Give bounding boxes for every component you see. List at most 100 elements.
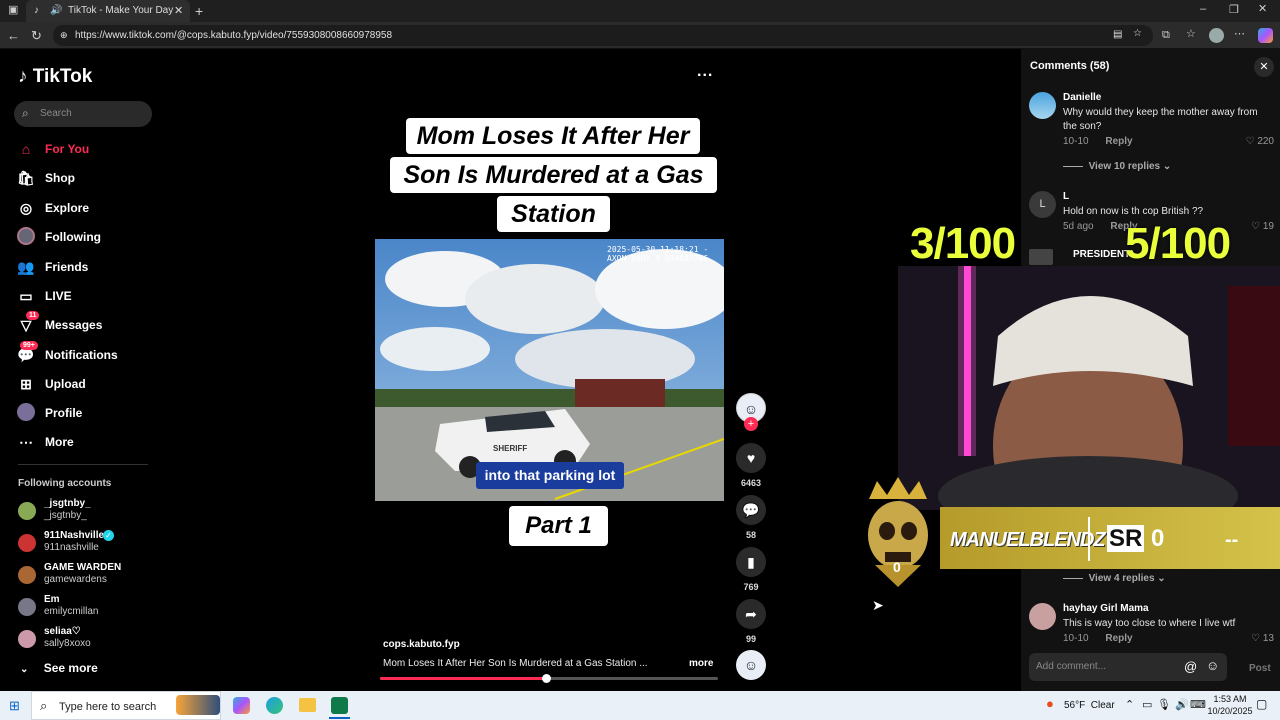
clock-date[interactable]: 10/20/2025 [1203, 706, 1257, 716]
progress-knob[interactable] [541, 674, 551, 683]
search-icon: ⌕ [40, 698, 48, 713]
nav-following[interactable]: Following [16, 225, 166, 249]
nav-upload[interactable]: ⊞ Upload [16, 372, 166, 396]
back-icon[interactable]: ← [7, 29, 20, 42]
maximize-icon[interactable]: ❐ [1229, 5, 1239, 16]
comment-icon[interactable]: 💬 [736, 495, 766, 525]
following-account[interactable]: seliaa♡ sally8xoxo [18, 626, 158, 656]
nav-for-you[interactable]: ⌂ For You [16, 137, 166, 161]
video-options-icon[interactable]: ... [697, 63, 713, 81]
following-icon [16, 227, 36, 247]
post-button[interactable]: Post [1249, 663, 1271, 674]
like-icon[interactable]: ♥ [736, 443, 766, 473]
save-count: 769 [743, 582, 759, 592]
nav-live[interactable]: ▭ LIVE [16, 284, 166, 308]
sr-label: SR 0 [1107, 525, 1165, 552]
nav-more[interactable]: ⋯ More [16, 430, 166, 454]
nav-messages[interactable]: ▽ 11 Messages [16, 311, 166, 337]
microphone-icon[interactable]: 🎙 [1157, 698, 1171, 711]
more-link[interactable]: more [689, 658, 713, 669]
close-window-icon[interactable]: ✕ [1258, 4, 1267, 15]
video-player[interactable]: SHERIFF 2025-05-30 11:18:21 - AXON BODY … [375, 239, 724, 501]
webcam-feed [898, 266, 1280, 510]
site-info-icon[interactable]: ⊕ [60, 30, 68, 41]
avatar[interactable]: L [1029, 191, 1056, 218]
weather-text[interactable]: 56°F Clear [1064, 700, 1115, 711]
app-icon[interactable] [331, 697, 348, 714]
tiktok-favicon-icon: ♪ [34, 5, 39, 16]
reader-icon[interactable]: ▤ [1113, 29, 1122, 40]
network-icon[interactable]: ▭ [1142, 698, 1152, 711]
avatar[interactable] [1029, 92, 1056, 119]
streamer-name: MANUELBLENDZ [950, 529, 1106, 551]
windows-taskbar: ⊞ ⌕ Type here to search ● 56°F Clear ⌃ ▭… [0, 691, 1280, 720]
following-account[interactable]: _jsgtnby_ _jsgtnby_ [18, 498, 158, 528]
url-field[interactable]: ⊕ https://www.tiktok.com/@cops.kabuto.fy… [53, 25, 1153, 46]
nav-friends[interactable]: 👥 Friends [16, 255, 166, 279]
profile-avatar[interactable] [1209, 28, 1224, 43]
follow-plus-icon[interactable]: + [744, 417, 758, 431]
friends-icon: 👥 [17, 259, 35, 275]
extensions-icon[interactable]: ⧉ [1162, 30, 1170, 41]
weather-icon[interactable]: ● [1046, 696, 1054, 711]
part-label: Part 1 [509, 506, 608, 546]
nav-explore[interactable]: ◎ Explore [16, 196, 166, 220]
sidebar-toggle-icon[interactable]: ▣ [8, 5, 18, 16]
favorites-icon[interactable]: ☆ [1186, 29, 1196, 40]
chevron-down-icon: ⌄ [20, 664, 29, 675]
add-comment-input[interactable]: Add comment... @ ☺ [1029, 653, 1227, 681]
favorite-icon[interactable]: ☆ [1133, 28, 1142, 39]
share-icon[interactable]: ➦ [736, 599, 766, 629]
avatar[interactable] [1029, 603, 1056, 630]
tab-title: TikTok - Make Your Day [68, 5, 174, 16]
address-bar-row: ← ↻ ⊕ https://www.tiktok.com/@cops.kabut… [0, 22, 1280, 49]
view-replies-button[interactable]: —— View 4 replies ⌄ [1063, 573, 1166, 584]
nav-notifications[interactable]: 💬 99+ Notifications [16, 341, 166, 367]
close-tab-icon[interactable]: ✕ [174, 4, 183, 17]
emoji-icon[interactable]: ☺ [1206, 658, 1219, 673]
following-account[interactable]: 911Nashville ✓ 911nashville [18, 530, 158, 560]
music-disc-icon[interactable]: ☺ [736, 650, 766, 680]
avatar[interactable] [1029, 249, 1053, 265]
following-account[interactable]: GAME WARDEN gamewardens [18, 562, 158, 592]
avatar [18, 630, 36, 648]
bookmark-icon[interactable]: ▮ [736, 547, 766, 577]
progress-track[interactable] [380, 674, 718, 683]
chevron-up-icon[interactable]: ⌃ [1125, 698, 1134, 711]
video-author[interactable]: cops.kabuto.fyp [383, 639, 460, 650]
audio-icon[interactable]: 🔊 [50, 5, 62, 16]
copilot-icon[interactable] [1258, 28, 1273, 43]
nav-shop[interactable]: 🛍 Shop [16, 166, 166, 190]
browser-tab[interactable]: ♪ 🔊 TikTok - Make Your Day ✕ [26, 0, 190, 22]
copilot-app-icon[interactable] [233, 697, 250, 714]
following-account[interactable]: Em emilycmillan [18, 594, 158, 624]
crown-skull-emblem: 0 [855, 477, 941, 589]
tiktok-logo[interactable]: ♪ TikTok [18, 66, 92, 88]
upload-icon: ⊞ [20, 376, 32, 392]
refresh-icon[interactable]: ↻ [31, 29, 42, 42]
search-input[interactable]: ⌕ Search [14, 101, 152, 127]
volume-icon[interactable]: 🔊 [1175, 698, 1189, 711]
windows-start-icon[interactable]: ⊞ [9, 698, 20, 714]
active-app-indicator [329, 717, 350, 719]
browser-menu-icon[interactable]: ⋯ [1234, 29, 1245, 40]
comment-likes[interactable]: ♡ 19 [1251, 221, 1274, 232]
reply-button[interactable]: Reply [1105, 136, 1132, 147]
see-more-button[interactable]: ⌄ See more [20, 661, 98, 675]
clock-time[interactable]: 1:53 AM [1210, 694, 1250, 704]
close-comments-icon[interactable]: ✕ [1254, 57, 1274, 77]
mention-icon[interactable]: @ [1184, 659, 1197, 674]
share-count: 99 [745, 634, 756, 644]
minimize-icon[interactable]: – [1200, 4, 1206, 15]
new-tab-icon[interactable]: + [195, 4, 203, 18]
view-replies-button[interactable]: —— View 10 replies ⌄ [1063, 161, 1171, 172]
sr-dashes: -- [1225, 529, 1239, 551]
reply-button[interactable]: Reply [1105, 633, 1132, 644]
edge-icon[interactable] [266, 697, 283, 714]
notification-center-icon[interactable]: ▢ [1256, 697, 1267, 711]
comment-likes[interactable]: ♡ 220 [1246, 136, 1274, 147]
file-explorer-icon[interactable] [299, 698, 316, 712]
comment-likes[interactable]: ♡ 13 [1251, 633, 1274, 644]
nav-profile[interactable]: Profile [16, 401, 166, 425]
widgets-icon[interactable] [176, 695, 220, 715]
